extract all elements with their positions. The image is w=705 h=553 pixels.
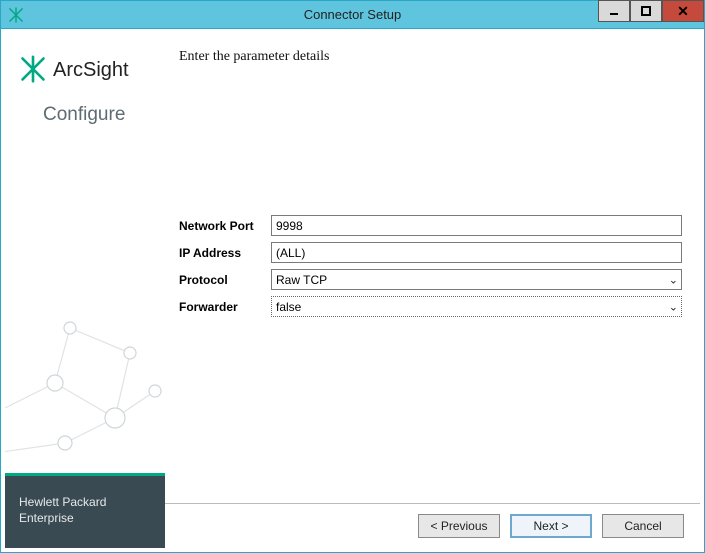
titlebar[interactable]: Connector Setup ✕ <box>1 1 704 29</box>
page-heading: Enter the parameter details <box>179 49 682 65</box>
forwarder-select[interactable]: false <box>271 296 682 317</box>
company-line2: Enterprise <box>19 510 151 526</box>
network-port-input[interactable] <box>271 215 682 236</box>
next-button[interactable]: Next > <box>510 514 592 538</box>
protocol-label: Protocol <box>179 273 267 287</box>
main-panel: Enter the parameter details Network Port… <box>165 35 700 548</box>
content: ArcSight Configure <box>1 29 704 552</box>
parameter-form: Network Port IP Address Protocol Raw TCP… <box>179 215 682 317</box>
protocol-select[interactable]: Raw TCP <box>271 269 682 290</box>
brand-section: Configure <box>19 104 151 126</box>
app-icon <box>7 6 25 24</box>
minimize-button[interactable] <box>598 0 630 22</box>
ip-address-label: IP Address <box>179 246 267 260</box>
cancel-button[interactable]: Cancel <box>602 514 684 538</box>
sidebar: ArcSight Configure <box>5 35 165 548</box>
window-controls: ✕ <box>598 1 704 28</box>
arcsight-logo-icon <box>19 55 47 86</box>
previous-button[interactable]: < Previous <box>418 514 500 538</box>
ip-address-input[interactable] <box>271 242 682 263</box>
maximize-button[interactable] <box>630 0 662 22</box>
sidebar-decoration <box>5 134 165 473</box>
forwarder-label: Forwarder <box>179 300 267 314</box>
brand-block: ArcSight Configure <box>5 35 165 134</box>
window: Connector Setup ✕ ArcSight Configure <box>0 0 705 553</box>
company-footer: Hewlett Packard Enterprise <box>5 476 165 548</box>
company-line1: Hewlett Packard <box>19 494 151 510</box>
button-bar: < Previous Next > Cancel <box>165 503 700 548</box>
network-port-label: Network Port <box>179 219 267 233</box>
brand-name: ArcSight <box>53 59 129 82</box>
close-button[interactable]: ✕ <box>662 0 704 22</box>
